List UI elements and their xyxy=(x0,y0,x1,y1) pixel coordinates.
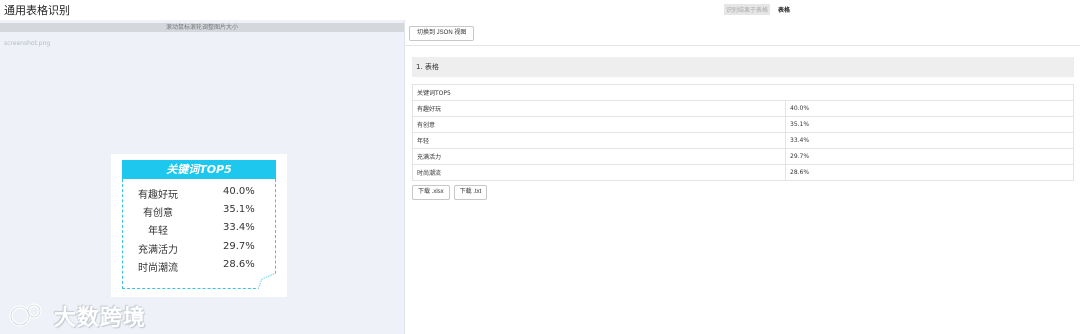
json-view-button[interactable]: 切换到 JSON 视图 xyxy=(409,26,475,41)
card-row-name: 年轻 xyxy=(148,226,168,237)
result-table: 关键词TOP5 有趣好玩 40.0% 有创意 35.1% 年轻 33.4% 充满… xyxy=(412,84,1074,181)
table-row: 充满活力 29.7% xyxy=(412,148,1074,165)
card-row: 充满活力 29.7% xyxy=(123,241,277,257)
toolbar-divider xyxy=(405,45,1080,46)
table-cell: 40.0% xyxy=(785,100,1074,117)
download-txt-button[interactable]: 下载 .txt xyxy=(453,185,488,200)
watermark: 大数跨境 xyxy=(8,300,146,332)
tab-table[interactable]: 表格 xyxy=(776,4,792,15)
table-cell: 有创意 xyxy=(412,116,786,133)
table-cell: 年轻 xyxy=(412,132,786,149)
table-header-cell: 关键词TOP5 xyxy=(412,84,1074,101)
card-body: 有趣好玩 40.0% 有创意 35.1% 年轻 33.4% 充满活力 29.7%… xyxy=(122,179,276,289)
table-cell: 有趣好玩 xyxy=(412,100,786,117)
zoom-hint-bar: 滚动鼠标滚轮调整图片大小 xyxy=(0,23,404,32)
table-cell: 29.7% xyxy=(785,148,1074,165)
table-cell: 时尚潮流 xyxy=(412,164,786,181)
card-row-name: 有趣好玩 xyxy=(138,190,178,201)
preview-image[interactable]: 关键词TOP5 有趣好玩 40.0% 有创意 35.1% 年轻 33.4% 充满… xyxy=(111,154,287,297)
card-row: 时尚潮流 28.6% xyxy=(123,259,277,275)
table-row: 时尚潮流 28.6% xyxy=(412,164,1074,181)
card-row-value: 29.7% xyxy=(223,241,255,252)
watermark-text: 大数跨境 xyxy=(54,306,147,331)
section-title: 1. 表格 xyxy=(412,57,1074,77)
app-header: 通用表格识别 识别结果于表格 表格 xyxy=(0,0,1080,20)
table-cell: 28.6% xyxy=(785,164,1074,181)
brand-logo-icon xyxy=(9,303,42,327)
card-row-name: 充满活力 xyxy=(138,245,178,256)
page-fold-icon xyxy=(258,273,276,289)
table-cell: 33.4% xyxy=(785,132,1074,149)
card-row-value: 33.4% xyxy=(223,222,255,233)
tab-result[interactable]: 识别结果于表格 xyxy=(724,4,771,15)
card-row-value: 40.0% xyxy=(223,186,255,197)
card-row-name: 有创意 xyxy=(143,208,173,219)
image-preview-pane[interactable]: 滚动鼠标滚轮调整图片大小 screenshot.png 关键词TOP5 有趣好玩… xyxy=(0,20,404,334)
top-tabs: 识别结果于表格 表格 xyxy=(724,4,792,15)
table-cell: 充满活力 xyxy=(412,148,786,165)
card-row-value: 35.1% xyxy=(223,204,255,215)
card-title: 关键词TOP5 xyxy=(122,160,276,179)
app-title: 通用表格识别 xyxy=(4,4,70,17)
table-cell: 35.1% xyxy=(785,116,1074,133)
card-row: 年轻 33.4% xyxy=(123,222,277,238)
card-row: 有创意 35.1% xyxy=(123,204,277,220)
table-row: 有创意 35.1% xyxy=(412,116,1074,133)
card-row: 有趣好玩 40.0% xyxy=(123,186,277,202)
table-row: 有趣好玩 40.0% xyxy=(412,100,1074,117)
download-xlsx-button[interactable]: 下载 .xlsx xyxy=(412,185,450,200)
table-header-row: 关键词TOP5 xyxy=(412,84,1074,101)
file-name-label: screenshot.png xyxy=(4,40,51,47)
card-row-value: 28.6% xyxy=(223,259,255,270)
table-row: 年轻 33.4% xyxy=(412,132,1074,149)
result-pane: 切换到 JSON 视图 1. 表格 关键词TOP5 有趣好玩 40.0% 有创意… xyxy=(405,20,1080,334)
download-buttons: 下载 .xlsx 下载 .txt xyxy=(412,185,488,200)
card-row-name: 时尚潮流 xyxy=(138,263,178,274)
